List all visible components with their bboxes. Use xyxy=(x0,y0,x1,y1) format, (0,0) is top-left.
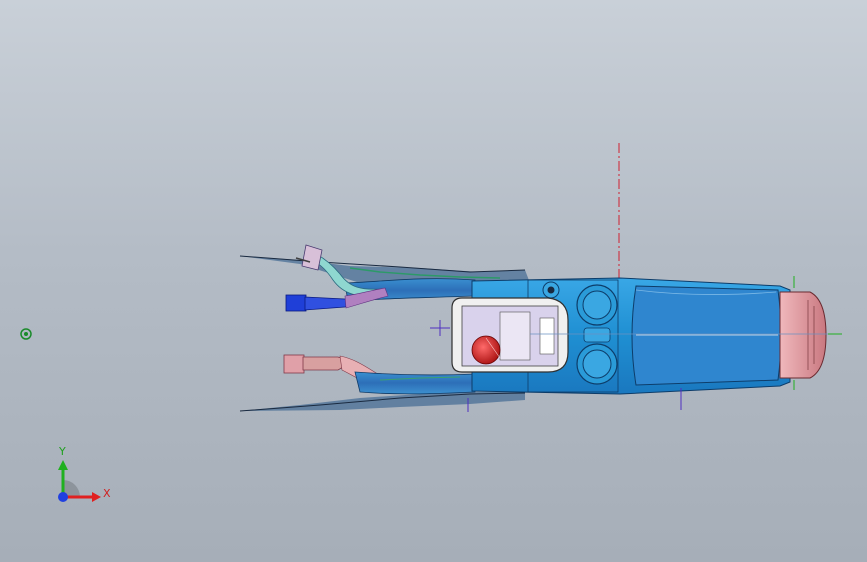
cup-holder-front[interactable] xyxy=(576,284,618,326)
lower-arm[interactable] xyxy=(354,371,476,395)
shift-knob[interactable] xyxy=(471,335,501,365)
axis-y-label: Y xyxy=(58,445,66,458)
front-vent-panel[interactable] xyxy=(779,291,827,379)
origin-marker-icon xyxy=(20,328,32,340)
cup-holder-rear[interactable] xyxy=(576,343,618,385)
axis-x-label: X xyxy=(103,487,111,500)
shifter-bezel[interactable] xyxy=(451,297,569,373)
axis-triad-icon: Y X xyxy=(58,445,111,502)
round-switch-icon[interactable] xyxy=(542,281,560,299)
cup-holder-divider xyxy=(583,327,611,343)
cad-viewport[interactable]: Y X xyxy=(0,0,867,562)
blue-air-duct[interactable] xyxy=(285,287,389,312)
armrest-lid[interactable] xyxy=(631,285,782,386)
